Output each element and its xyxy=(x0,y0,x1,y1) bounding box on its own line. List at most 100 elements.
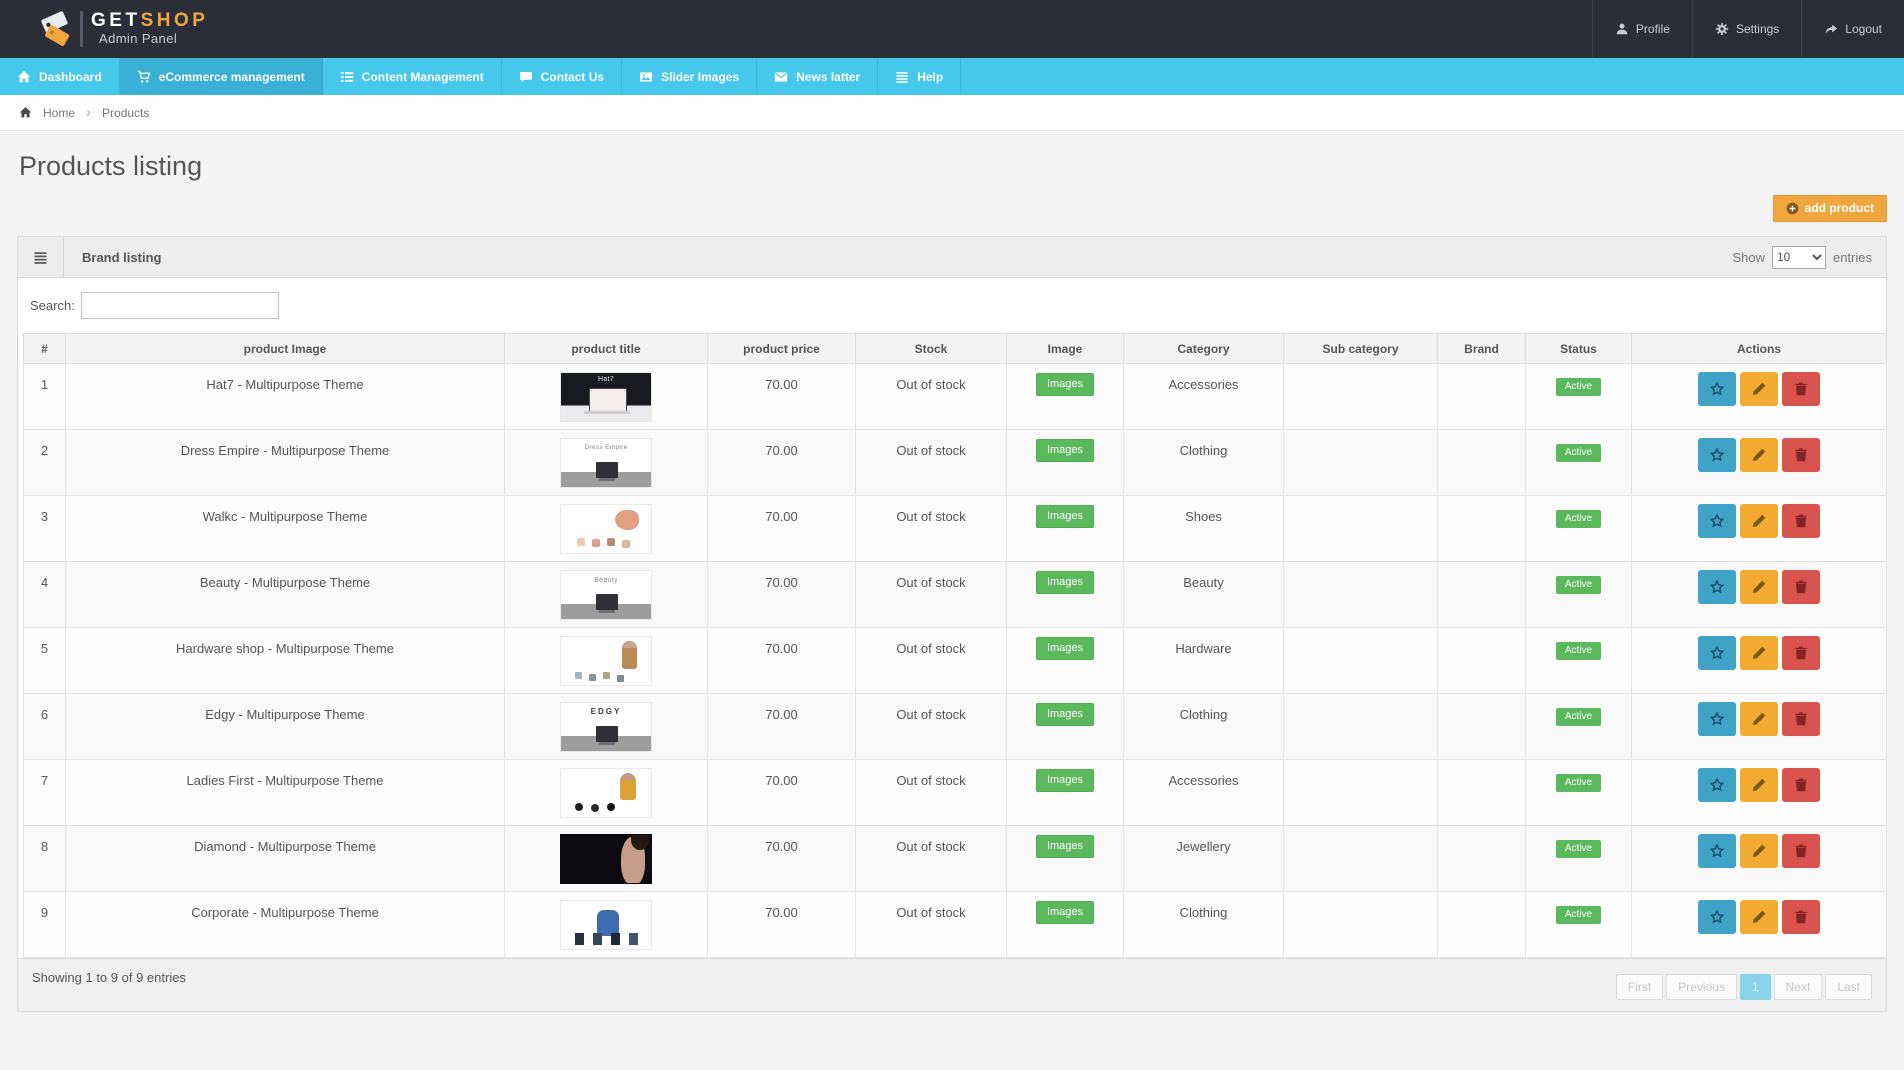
stock-status: Out of stock xyxy=(856,760,1007,826)
product-thumbnail xyxy=(560,636,652,686)
topbar-item-profile[interactable]: Profile xyxy=(1592,0,1692,58)
feature-button[interactable] xyxy=(1698,702,1736,736)
star-icon xyxy=(1709,645,1725,661)
star-icon xyxy=(1709,447,1725,463)
feature-button[interactable] xyxy=(1698,570,1736,604)
breadcrumb-item-products: Products xyxy=(102,106,149,120)
delete-button[interactable] xyxy=(1782,570,1820,604)
edit-button[interactable] xyxy=(1740,702,1778,736)
topbar-item-logout[interactable]: Logout xyxy=(1801,0,1904,58)
brand-divider xyxy=(80,11,83,47)
product-price: 70.00 xyxy=(708,562,856,628)
nav-item-help[interactable]: Help xyxy=(878,58,961,95)
delete-button[interactable] xyxy=(1782,834,1820,868)
sub-category xyxy=(1284,628,1438,694)
row-number: 6 xyxy=(24,694,66,760)
nav-item-news-latter[interactable]: News latter xyxy=(757,58,878,95)
images-button[interactable]: Images xyxy=(1036,901,1094,924)
status-badge: Active xyxy=(1556,444,1601,462)
feature-button[interactable] xyxy=(1698,438,1736,472)
images-button[interactable]: Images xyxy=(1036,769,1094,792)
images-button[interactable]: Images xyxy=(1036,373,1094,396)
images-button[interactable]: Images xyxy=(1036,637,1094,660)
edit-button[interactable] xyxy=(1740,570,1778,604)
delete-button[interactable] xyxy=(1782,636,1820,670)
page-button-previous[interactable]: Previous xyxy=(1666,974,1737,1000)
trash-icon xyxy=(1793,579,1809,595)
page-button-last[interactable]: Last xyxy=(1825,974,1872,1000)
feature-button[interactable] xyxy=(1698,504,1736,538)
column-header-num[interactable]: # xyxy=(24,334,66,364)
product-name: Hardware shop - Multipurpose Theme xyxy=(66,628,505,694)
brand xyxy=(1438,694,1526,760)
delete-button[interactable] xyxy=(1782,702,1820,736)
column-header-status[interactable]: Status xyxy=(1526,334,1632,364)
column-header-category[interactable]: Category xyxy=(1124,334,1284,364)
images-button[interactable]: Images xyxy=(1036,703,1094,726)
column-header-sub-category[interactable]: Sub category xyxy=(1284,334,1438,364)
trash-icon xyxy=(1793,381,1809,397)
nav-item-content-management[interactable]: Content Management xyxy=(323,58,502,95)
hamburger-icon[interactable] xyxy=(18,237,64,277)
feature-button[interactable] xyxy=(1698,834,1736,868)
delete-button[interactable] xyxy=(1782,504,1820,538)
breadcrumb-item-home[interactable]: Home xyxy=(43,106,75,120)
images-button[interactable]: Images xyxy=(1036,505,1094,528)
delete-button[interactable] xyxy=(1782,372,1820,406)
feature-button[interactable] xyxy=(1698,636,1736,670)
edit-button[interactable] xyxy=(1740,834,1778,868)
feature-button[interactable] xyxy=(1698,768,1736,802)
page-button-next[interactable]: Next xyxy=(1774,974,1823,1000)
topbar-item-settings[interactable]: Settings xyxy=(1692,0,1801,58)
star-icon xyxy=(1709,909,1725,925)
search-row: Search: xyxy=(18,278,1886,333)
edit-button[interactable] xyxy=(1740,504,1778,538)
product-thumbnail: Hat7 xyxy=(560,372,652,422)
page-size-select[interactable]: 10 xyxy=(1772,246,1826,269)
add-product-button[interactable]: add product xyxy=(1773,195,1887,222)
column-header-image[interactable]: Image xyxy=(1007,334,1124,364)
home-icon[interactable] xyxy=(19,106,32,119)
page-button-first[interactable]: First xyxy=(1616,974,1663,1000)
images-button[interactable]: Images xyxy=(1036,439,1094,462)
product-name: Ladies First - Multipurpose Theme xyxy=(66,760,505,826)
column-header-brand[interactable]: Brand xyxy=(1438,334,1526,364)
status-badge: Active xyxy=(1556,642,1601,660)
delete-button[interactable] xyxy=(1782,900,1820,934)
menu-icon xyxy=(895,70,909,84)
column-header-actions[interactable]: Actions xyxy=(1632,334,1887,364)
column-header-product-price[interactable]: product price xyxy=(708,334,856,364)
delete-button[interactable] xyxy=(1782,768,1820,802)
product-price: 70.00 xyxy=(708,760,856,826)
edit-button[interactable] xyxy=(1740,438,1778,472)
delete-button[interactable] xyxy=(1782,438,1820,472)
column-header-stock[interactable]: Stock xyxy=(856,334,1007,364)
category: Shoes xyxy=(1124,496,1284,562)
brand-text: GETSHOP Admin Panel xyxy=(91,11,208,46)
search-input[interactable] xyxy=(81,292,279,319)
images-button[interactable]: Images xyxy=(1036,571,1094,594)
feature-button[interactable] xyxy=(1698,372,1736,406)
column-header-product-title[interactable]: product title xyxy=(505,334,708,364)
nav-item-label: Help xyxy=(917,70,943,84)
thumbnail-caption: Dress Empire xyxy=(561,445,651,452)
images-button[interactable]: Images xyxy=(1036,835,1094,858)
page-button-1[interactable]: 1 xyxy=(1740,974,1771,1000)
table-row: 5Hardware shop - Multipurpose Theme70.00… xyxy=(24,628,1887,694)
table-wrap: #product Imageproduct titleproduct price… xyxy=(18,333,1886,958)
edit-button[interactable] xyxy=(1740,900,1778,934)
column-header-product-image[interactable]: product Image xyxy=(66,334,505,364)
nav-item-contact-us[interactable]: Contact Us xyxy=(502,58,622,95)
edit-button[interactable] xyxy=(1740,636,1778,670)
user-icon xyxy=(1615,22,1629,36)
nav-item-ecommerce-management[interactable]: eCommerce management xyxy=(120,58,323,95)
edit-button[interactable] xyxy=(1740,768,1778,802)
nav-item-dashboard[interactable]: Dashboard xyxy=(0,58,120,95)
table-row: 1Hat7 - Multipurpose ThemeHat770.00Out o… xyxy=(24,364,1887,430)
edit-button[interactable] xyxy=(1740,372,1778,406)
nav-item-slider-images[interactable]: Slider Images xyxy=(622,58,757,95)
feature-button[interactable] xyxy=(1698,900,1736,934)
pencil-icon xyxy=(1751,909,1767,925)
product-name: Dress Empire - Multipurpose Theme xyxy=(66,430,505,496)
topbar-item-label: Profile xyxy=(1636,22,1670,36)
